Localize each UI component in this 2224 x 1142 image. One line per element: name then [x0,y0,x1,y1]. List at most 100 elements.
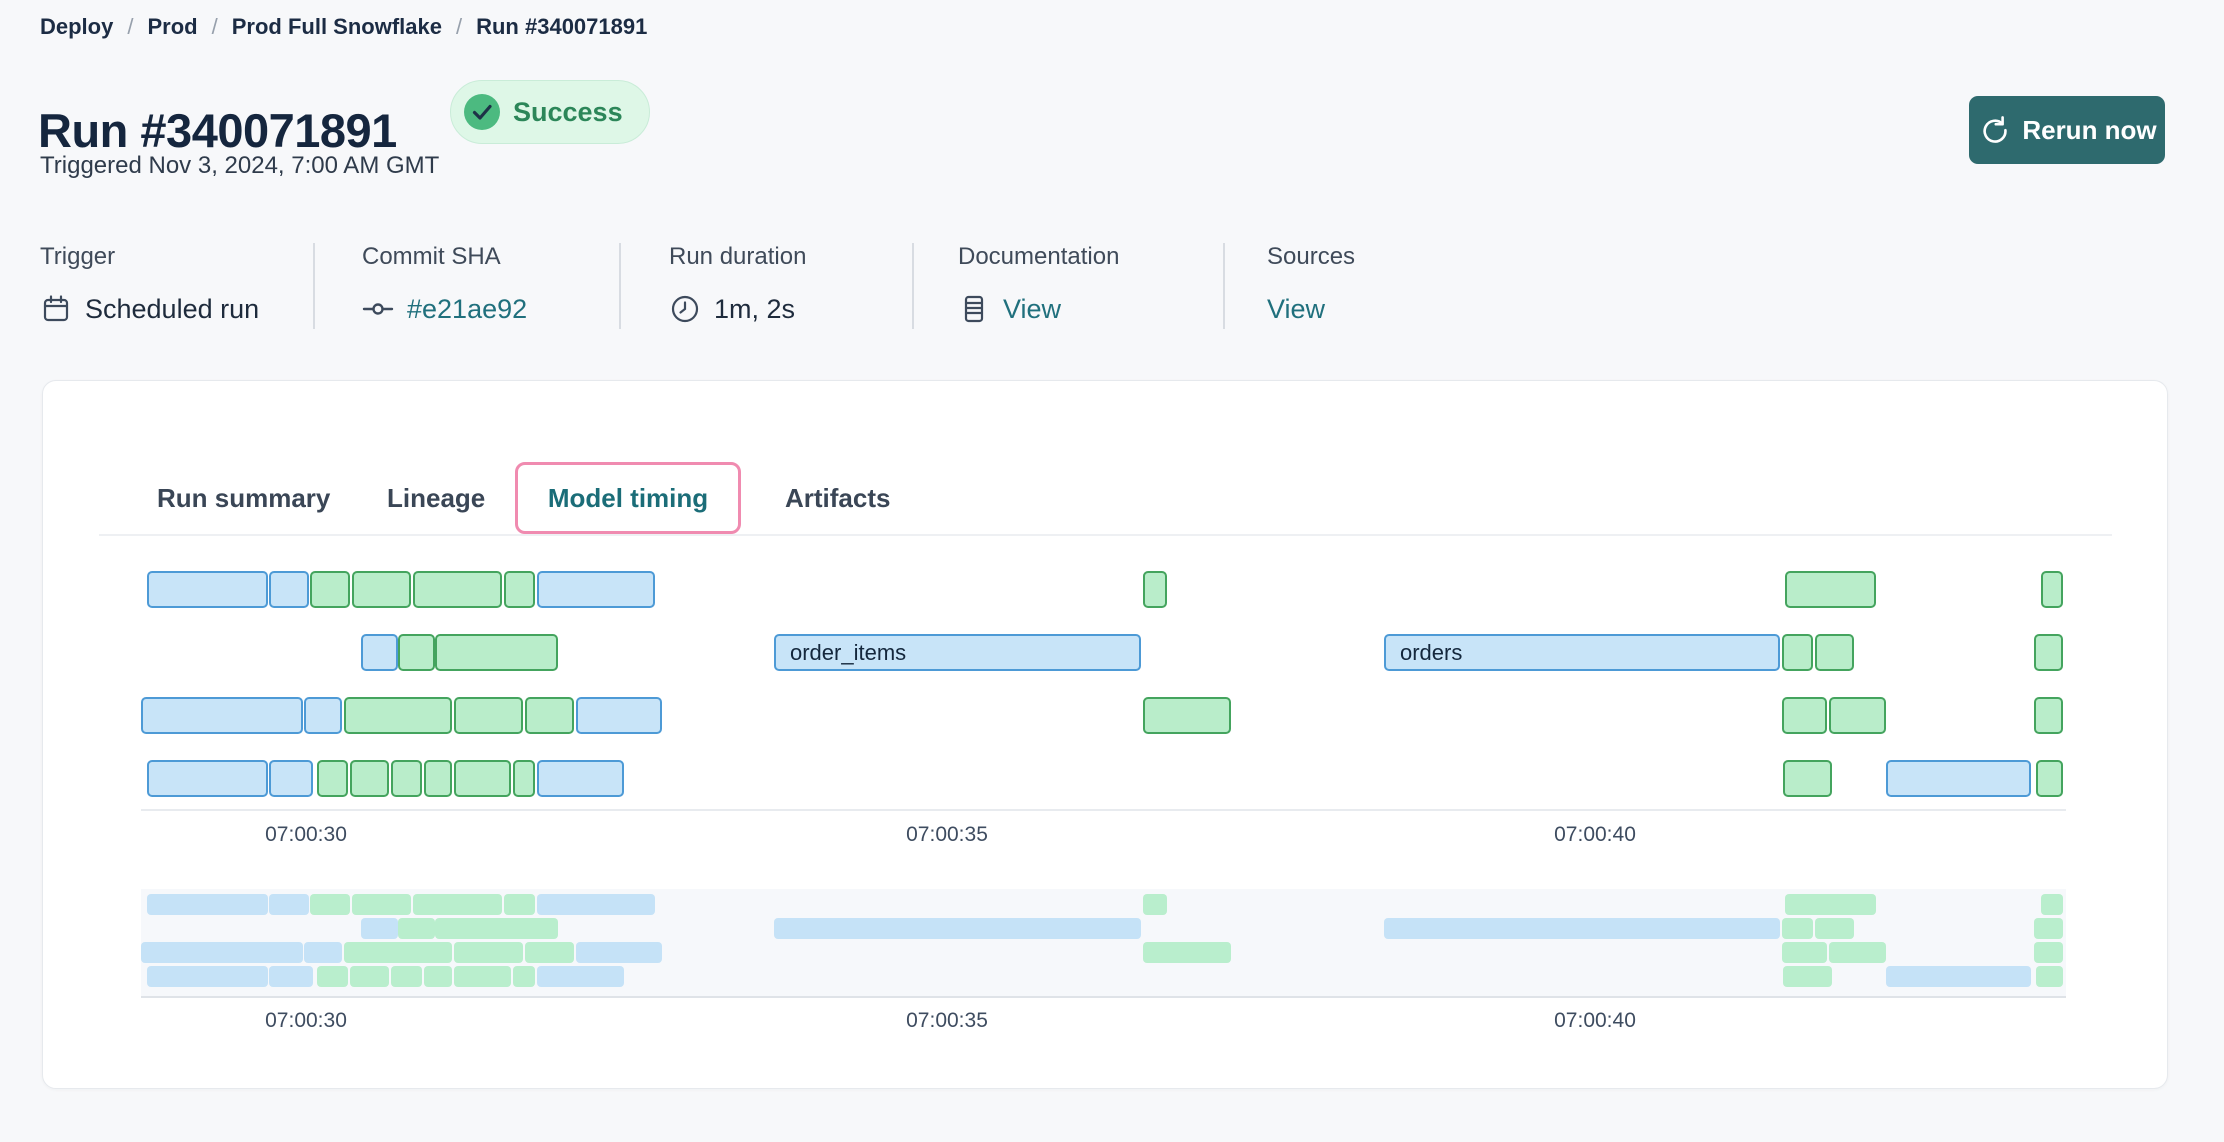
gantt-bar[interactable] [1829,697,1886,734]
meta-sources: Sources View [1225,243,1355,329]
meta-trigger-label: Trigger [40,243,313,271]
gantt-bar[interactable] [1815,634,1854,671]
gantt-bar[interactable] [513,760,535,797]
gantt-bar[interactable] [269,571,309,608]
model-timing-gantt: order_items orders [141,571,2066,811]
gantt-bar [147,966,268,987]
gantt-bar[interactable] [576,697,662,734]
tab-model-timing[interactable]: Model timing [515,462,741,534]
model-timing-overview[interactable] [141,889,2066,998]
axis-tick-label: 07:00:40 [1554,823,1636,847]
gantt-bar[interactable] [454,697,523,734]
gantt-bar [537,966,624,987]
gantt-bar[interactable] [2034,634,2063,671]
gantt-bar [1829,942,1886,963]
gantt-bar [2036,966,2063,987]
gantt-bar [350,966,389,987]
gantt-bar[interactable] [1785,571,1876,608]
gantt-bar [1815,918,1854,939]
gantt-bar[interactable] [2036,760,2063,797]
breadcrumb-current-run: Run #340071891 [476,14,647,40]
documentation-view-link[interactable]: View [1003,294,1061,325]
gantt-bar [2041,894,2063,915]
gantt-bar[interactable] [413,571,502,608]
run-meta-row: Trigger Scheduled run Commit SHA #e21ae9… [40,243,1355,329]
triggered-timestamp: Triggered Nov 3, 2024, 7:00 AM GMT [40,152,439,180]
gantt-bar [413,894,502,915]
gantt-bar [391,966,422,987]
gantt-bar[interactable] [525,697,574,734]
tab-artifacts[interactable]: Artifacts [785,483,890,514]
gantt-bar [454,966,511,987]
gantt-bar [2034,918,2063,939]
tab-run-summary[interactable]: Run summary [157,483,330,514]
gantt-bar[interactable] [361,634,398,671]
gantt-bar[interactable] [141,697,303,734]
gantt-bar[interactable] [317,760,348,797]
gantt-bar [525,942,574,963]
gantt-bar [361,918,398,939]
gantt-bar[interactable] [1143,697,1231,734]
breadcrumb-deploy[interactable]: Deploy [40,14,113,40]
commit-sha-link[interactable]: #e21ae92 [407,294,527,325]
calendar-icon [40,293,72,325]
gantt-time-axis: 07:00:3007:00:3507:00:40 [141,823,2066,853]
gantt-bar[interactable] [537,760,624,797]
status-badge-label: Success [513,97,623,128]
gantt-bar[interactable] [1783,760,1832,797]
gantt-bar [2034,942,2063,963]
commit-icon [362,293,394,325]
gantt-bar[interactable] [2041,571,2063,608]
gantt-bar [1785,894,1876,915]
gantt-bar [576,942,662,963]
gantt-bar[interactable] [350,760,389,797]
breadcrumb-separator: / [212,14,218,40]
tabs-divider [99,534,2112,536]
gantt-bar[interactable] [1886,760,2031,797]
gantt-bar[interactable] [310,571,350,608]
gantt-bar-order_items[interactable]: order_items [774,634,1141,671]
gantt-bar[interactable] [398,634,435,671]
gantt-bar[interactable] [1143,571,1167,608]
breadcrumb-prod[interactable]: Prod [147,14,197,40]
gantt-bar[interactable] [454,760,511,797]
overview-time-axis: 07:00:3007:00:3507:00:40 [141,1009,2066,1039]
gantt-bar[interactable] [147,760,268,797]
gantt-bar[interactable] [2034,697,2063,734]
meta-duration-value: 1m, 2s [714,294,795,325]
breadcrumb-environment[interactable]: Prod Full Snowflake [232,14,442,40]
gantt-bar[interactable] [1782,634,1813,671]
gantt-bar-orders[interactable]: orders [1384,634,1780,671]
axis-tick-label: 07:00:30 [265,1009,347,1033]
gantt-bar[interactable] [352,571,411,608]
gantt-bar-label: order_items [776,636,1139,669]
gantt-bar [398,918,435,939]
gantt-bar [537,894,655,915]
gantt-bar [1143,942,1231,963]
gantt-bar[interactable] [344,697,452,734]
gantt-bar-order_items [774,918,1141,939]
meta-documentation: Documentation View [914,243,1225,329]
status-badge: Success [450,80,650,144]
gantt-bar [1143,894,1167,915]
axis-tick-label: 07:00:40 [1554,1009,1636,1033]
run-detail-page: Deploy / Prod / Prod Full Snowflake / Ru… [0,0,2224,1142]
gantt-bar[interactable] [424,760,452,797]
gantt-bar[interactable] [504,571,535,608]
gantt-bar[interactable] [1782,697,1827,734]
tab-lineage[interactable]: Lineage [387,483,485,514]
gantt-bar[interactable] [147,571,268,608]
sources-view-link[interactable]: View [1267,294,1325,325]
gantt-bar[interactable] [435,634,558,671]
gantt-bar[interactable] [269,760,313,797]
gantt-bar [504,894,535,915]
tab-model-timing-label: Model timing [548,483,708,514]
gantt-bar[interactable] [391,760,422,797]
rerun-now-button[interactable]: Rerun now [1969,96,2165,164]
gantt-bar [269,966,313,987]
refresh-icon [1977,114,2009,146]
meta-trigger: Trigger Scheduled run [40,243,315,329]
gantt-bar[interactable] [304,697,342,734]
gantt-bar[interactable] [537,571,655,608]
breadcrumb-separator: / [127,14,133,40]
